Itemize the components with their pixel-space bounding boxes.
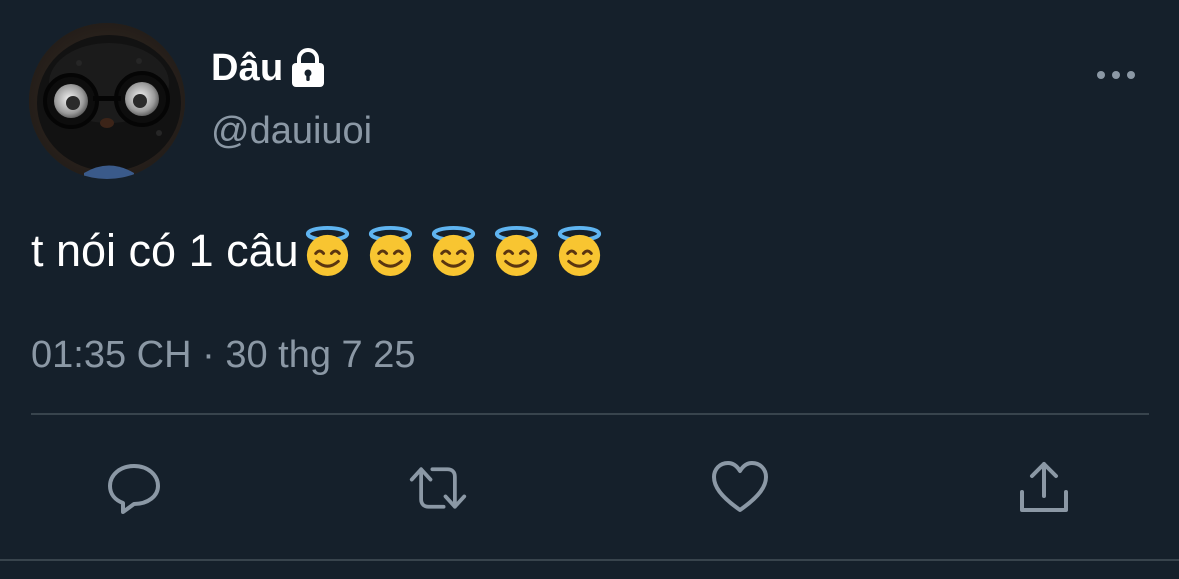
display-name[interactable]: Dâu <box>211 47 283 90</box>
more-options-icon <box>1097 71 1135 79</box>
share-button[interactable] <box>1014 458 1074 518</box>
avatar[interactable] <box>29 23 185 179</box>
plush-toy-with-glasses-avatar <box>29 23 185 179</box>
retweet-icon <box>409 467 467 509</box>
tweet-text: t nói có 1 câu <box>31 222 606 280</box>
like-button[interactable] <box>710 458 770 518</box>
divider-bottom <box>0 559 1179 561</box>
divider <box>31 413 1149 415</box>
smiling-face-with-halo-icon <box>494 225 538 276</box>
retweet-button[interactable] <box>408 458 468 518</box>
reply-button[interactable] <box>104 458 164 518</box>
tweet-date[interactable]: 30 thg 7 25 <box>225 334 415 376</box>
emoji-row <box>301 225 606 278</box>
tweet-text-content: t nói có 1 câu <box>31 225 299 276</box>
share-icon <box>1020 462 1068 512</box>
author-handle[interactable]: @dauiuoi <box>211 110 372 153</box>
lock-icon <box>289 48 327 88</box>
smiling-face-with-halo-icon <box>305 225 349 276</box>
smiling-face-with-halo-icon <box>368 225 412 276</box>
heart-icon <box>712 461 768 512</box>
author-name-row: Dâu <box>211 46 327 90</box>
reply-icon <box>108 464 160 514</box>
smiling-face-with-halo-icon <box>557 225 601 276</box>
tweet-timestamp: 01:35 CH · 30 thg 7 25 <box>31 334 416 377</box>
meta-separator: · <box>202 334 215 376</box>
tweet-time[interactable]: 01:35 CH <box>31 334 192 376</box>
smiling-face-with-halo-icon <box>431 225 475 276</box>
more-options-button[interactable] <box>1094 60 1138 90</box>
